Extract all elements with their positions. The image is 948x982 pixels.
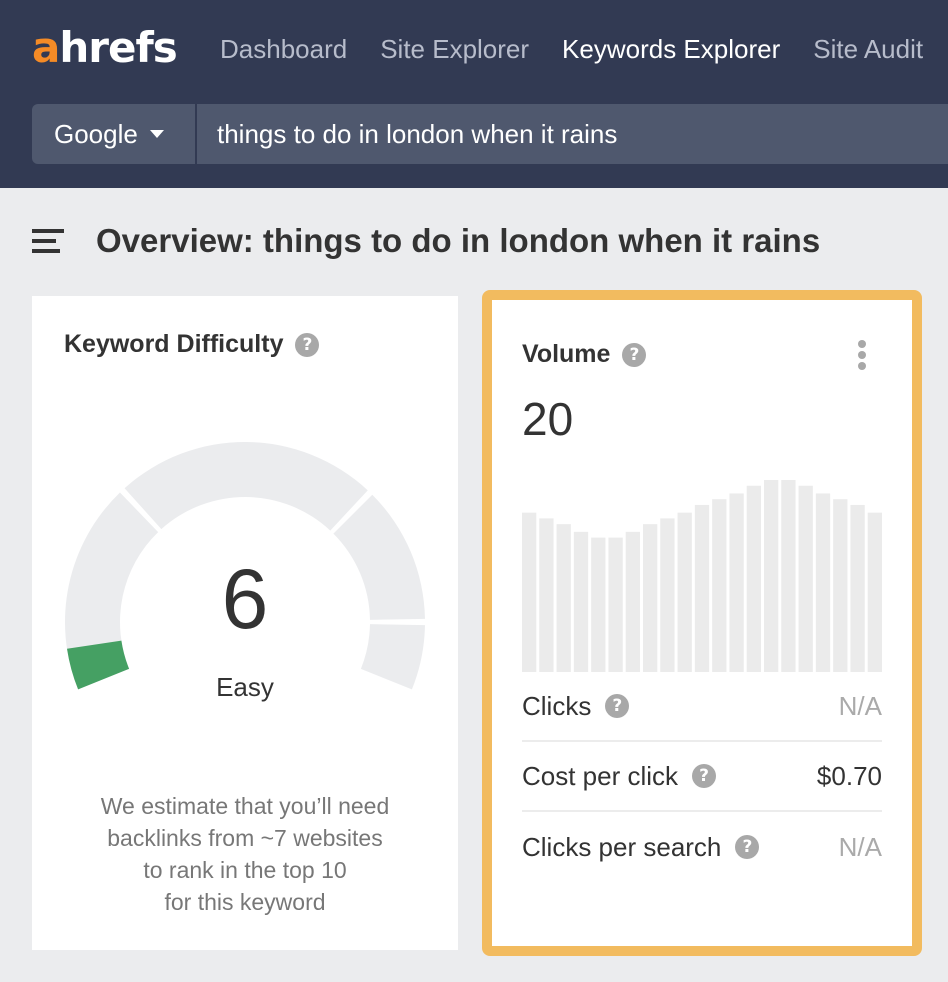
gauge-segment-3 — [124, 441, 368, 531]
volume-bar[interactable] — [833, 499, 848, 672]
volume-bar[interactable] — [608, 537, 623, 672]
volume-card: Volume ? 20 Clicks? N/A Cost per click? … — [482, 290, 922, 956]
top-navigation-bar: ahrefs Dashboard Site Explorer Keywords … — [0, 0, 948, 188]
cpc-value: $0.70 — [816, 760, 882, 791]
help-icon[interactable]: ? — [735, 835, 760, 859]
metric-clicks-per-search: Clicks per search? N/A — [522, 831, 882, 862]
search-engine-label: Google — [54, 118, 138, 149]
metric-clicks: Clicks? N/A — [522, 672, 882, 742]
volume-bar[interactable] — [815, 493, 831, 672]
help-icon[interactable]: ? — [692, 764, 717, 788]
nav-item-keywords-explorer[interactable]: Keywords Explorer — [562, 32, 780, 66]
volume-value: 20 — [522, 393, 574, 445]
volume-title: Volume ? — [522, 340, 647, 369]
nav-item-site-explorer[interactable]: Site Explorer — [380, 32, 529, 66]
volume-bar[interactable] — [850, 504, 865, 672]
volume-bar[interactable] — [746, 485, 761, 672]
clicks-per-search-value: N/A — [838, 831, 882, 862]
ahrefs-logo[interactable]: ahrefs — [32, 26, 178, 70]
nav-item-dashboard[interactable]: Dashboard — [220, 32, 347, 66]
help-icon[interactable]: ? — [622, 342, 647, 367]
volume-bar[interactable] — [643, 524, 658, 672]
nav-item-site-audit[interactable]: Site Audit — [813, 32, 923, 66]
volume-bar[interactable] — [677, 512, 692, 672]
difficulty-note: We estimate that you’ll need backlinks f… — [100, 793, 390, 915]
keyword-difficulty-card: Keyword Difficulty ? 6 Easy We estimate … — [32, 296, 458, 950]
page-header: Overview: things to do in london when it… — [32, 222, 820, 260]
caret-down-icon — [149, 130, 164, 138]
difficulty-label: Easy — [216, 672, 274, 702]
hamburger-menu-icon[interactable] — [32, 229, 64, 253]
metric-cost-per-click: Cost per click? $0.70 — [522, 742, 882, 812]
main-nav: Dashboard Site Explorer Keywords Explore… — [220, 32, 948, 66]
page-title: Overview: things to do in london when it… — [96, 222, 821, 259]
volume-bar[interactable] — [781, 480, 796, 672]
volume-bar[interactable] — [522, 512, 537, 672]
more-options-icon[interactable] — [854, 340, 870, 370]
volume-bar[interactable] — [712, 499, 727, 672]
volume-bar[interactable] — [694, 504, 710, 672]
search-bar: Google — [32, 104, 948, 164]
keyword-search-input[interactable] — [197, 104, 948, 164]
volume-trend-chart — [522, 480, 882, 672]
volume-bar[interactable] — [573, 531, 589, 672]
search-engine-dropdown[interactable]: Google — [32, 104, 195, 164]
volume-bar[interactable] — [660, 518, 675, 672]
help-icon[interactable]: ? — [605, 694, 630, 718]
volume-bar[interactable] — [539, 518, 554, 672]
volume-bar[interactable] — [625, 531, 640, 672]
volume-bar[interactable] — [556, 524, 571, 672]
volume-bar[interactable] — [798, 485, 813, 672]
clicks-value: N/A — [838, 690, 882, 721]
difficulty-score: 6 — [221, 552, 269, 646]
volume-bar[interactable] — [764, 480, 779, 672]
volume-bar[interactable] — [591, 537, 606, 672]
volume-bar[interactable] — [729, 493, 744, 672]
volume-bar[interactable] — [867, 512, 882, 672]
difficulty-gauge — [64, 441, 425, 690]
